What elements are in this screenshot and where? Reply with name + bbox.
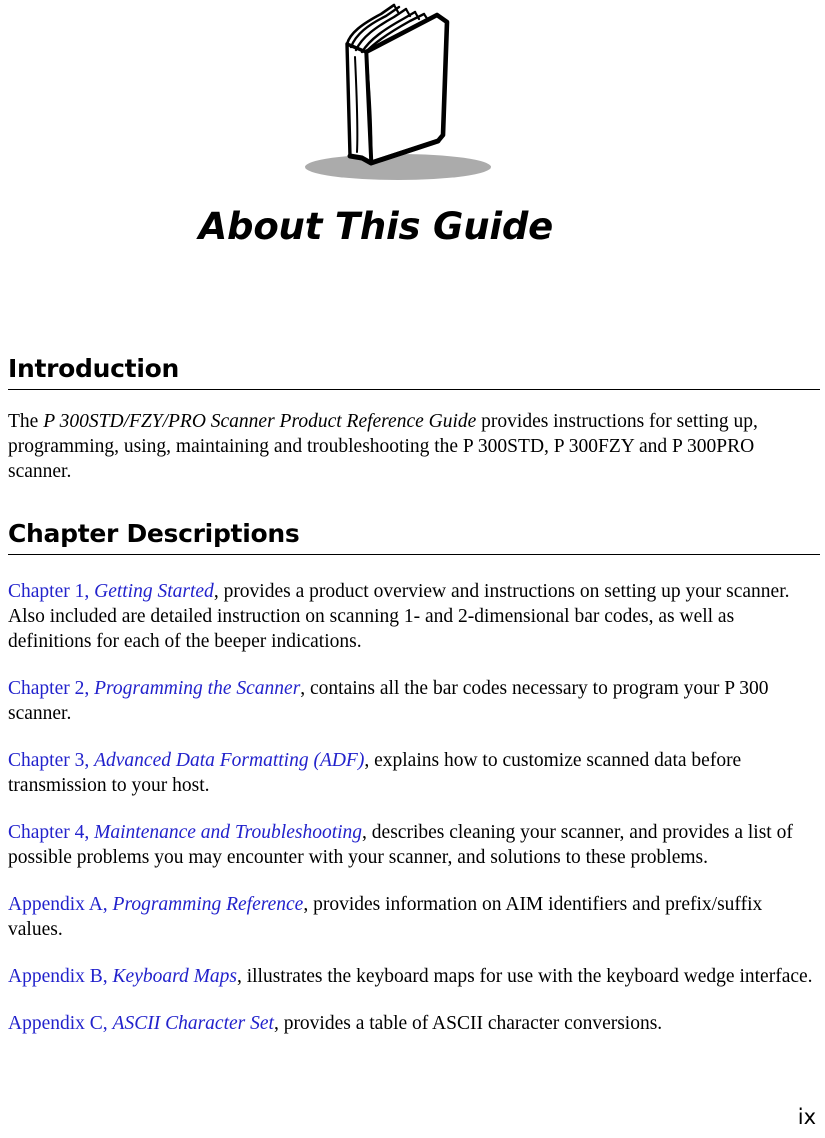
appendix-c-reference[interactable]: Appendix C, [8,1013,113,1034]
intro-lead-text: The [8,411,44,432]
chapter-4-title[interactable]: Maintenance and Troubleshooting [94,822,362,843]
page-content: Introduction The P 300STD/FZY/PRO Scanne… [8,355,820,1036]
guide-title-italic: P 300STD/FZY/PRO Scanner Product Referen… [43,411,477,432]
chapter-entry-1: Chapter 1, Getting Started, provides a p… [8,579,820,654]
appendix-a-reference[interactable]: Appendix A, [8,894,113,915]
appendix-entry-c: Appendix C, ASCII Character Set, provide… [8,1011,820,1036]
chapter-entry-4: Chapter 4, Maintenance and Troubleshooti… [8,820,820,870]
chapter-entry-3: Chapter 3, Advanced Data Formatting (ADF… [8,748,820,798]
appendix-entry-a: Appendix A, Programming Reference, provi… [8,892,820,942]
document-page: About This Guide Introduction The P 300S… [0,0,825,1138]
appendix-b-title[interactable]: Keyboard Maps [113,966,237,987]
appendix-b-reference[interactable]: Appendix B, [8,966,113,987]
introduction-paragraph: The P 300STD/FZY/PRO Scanner Product Ref… [8,409,820,484]
chapter-entry-2: Chapter 2, Programming the Scanner, cont… [8,676,820,726]
appendix-a-title[interactable]: Programming Reference [113,894,304,915]
appendix-entry-b: Appendix B, Keyboard Maps, illustrates t… [8,964,820,989]
open-book-illustration [0,0,825,192]
section-heading-chapter-descriptions: Chapter Descriptions [8,520,820,555]
appendix-c-description: , provides a table of ASCII character co… [273,1013,663,1034]
page-title: About This Guide [198,205,554,248]
chapter-1-title[interactable]: Getting Started [94,581,214,602]
chapter-description-list: Chapter 1, Getting Started, provides a p… [8,579,820,1036]
page-number: ix [797,1105,816,1129]
appendix-b-description: , illustrates the keyboard maps for use … [236,966,813,987]
chapter-3-title[interactable]: Advanced Data Formatting (ADF) [94,750,364,771]
chapter-3-reference[interactable]: Chapter 3, [8,750,94,771]
chapter-2-title[interactable]: Programming the Scanner [94,678,300,699]
appendix-c-title[interactable]: ASCII Character Set [113,1013,274,1034]
section-heading-introduction: Introduction [8,355,820,390]
chapter-1-reference[interactable]: Chapter 1, [8,581,94,602]
chapter-2-reference[interactable]: Chapter 2, [8,678,94,699]
chapter-4-reference[interactable]: Chapter 4, [8,822,94,843]
book-shadow-ellipse [305,154,491,180]
